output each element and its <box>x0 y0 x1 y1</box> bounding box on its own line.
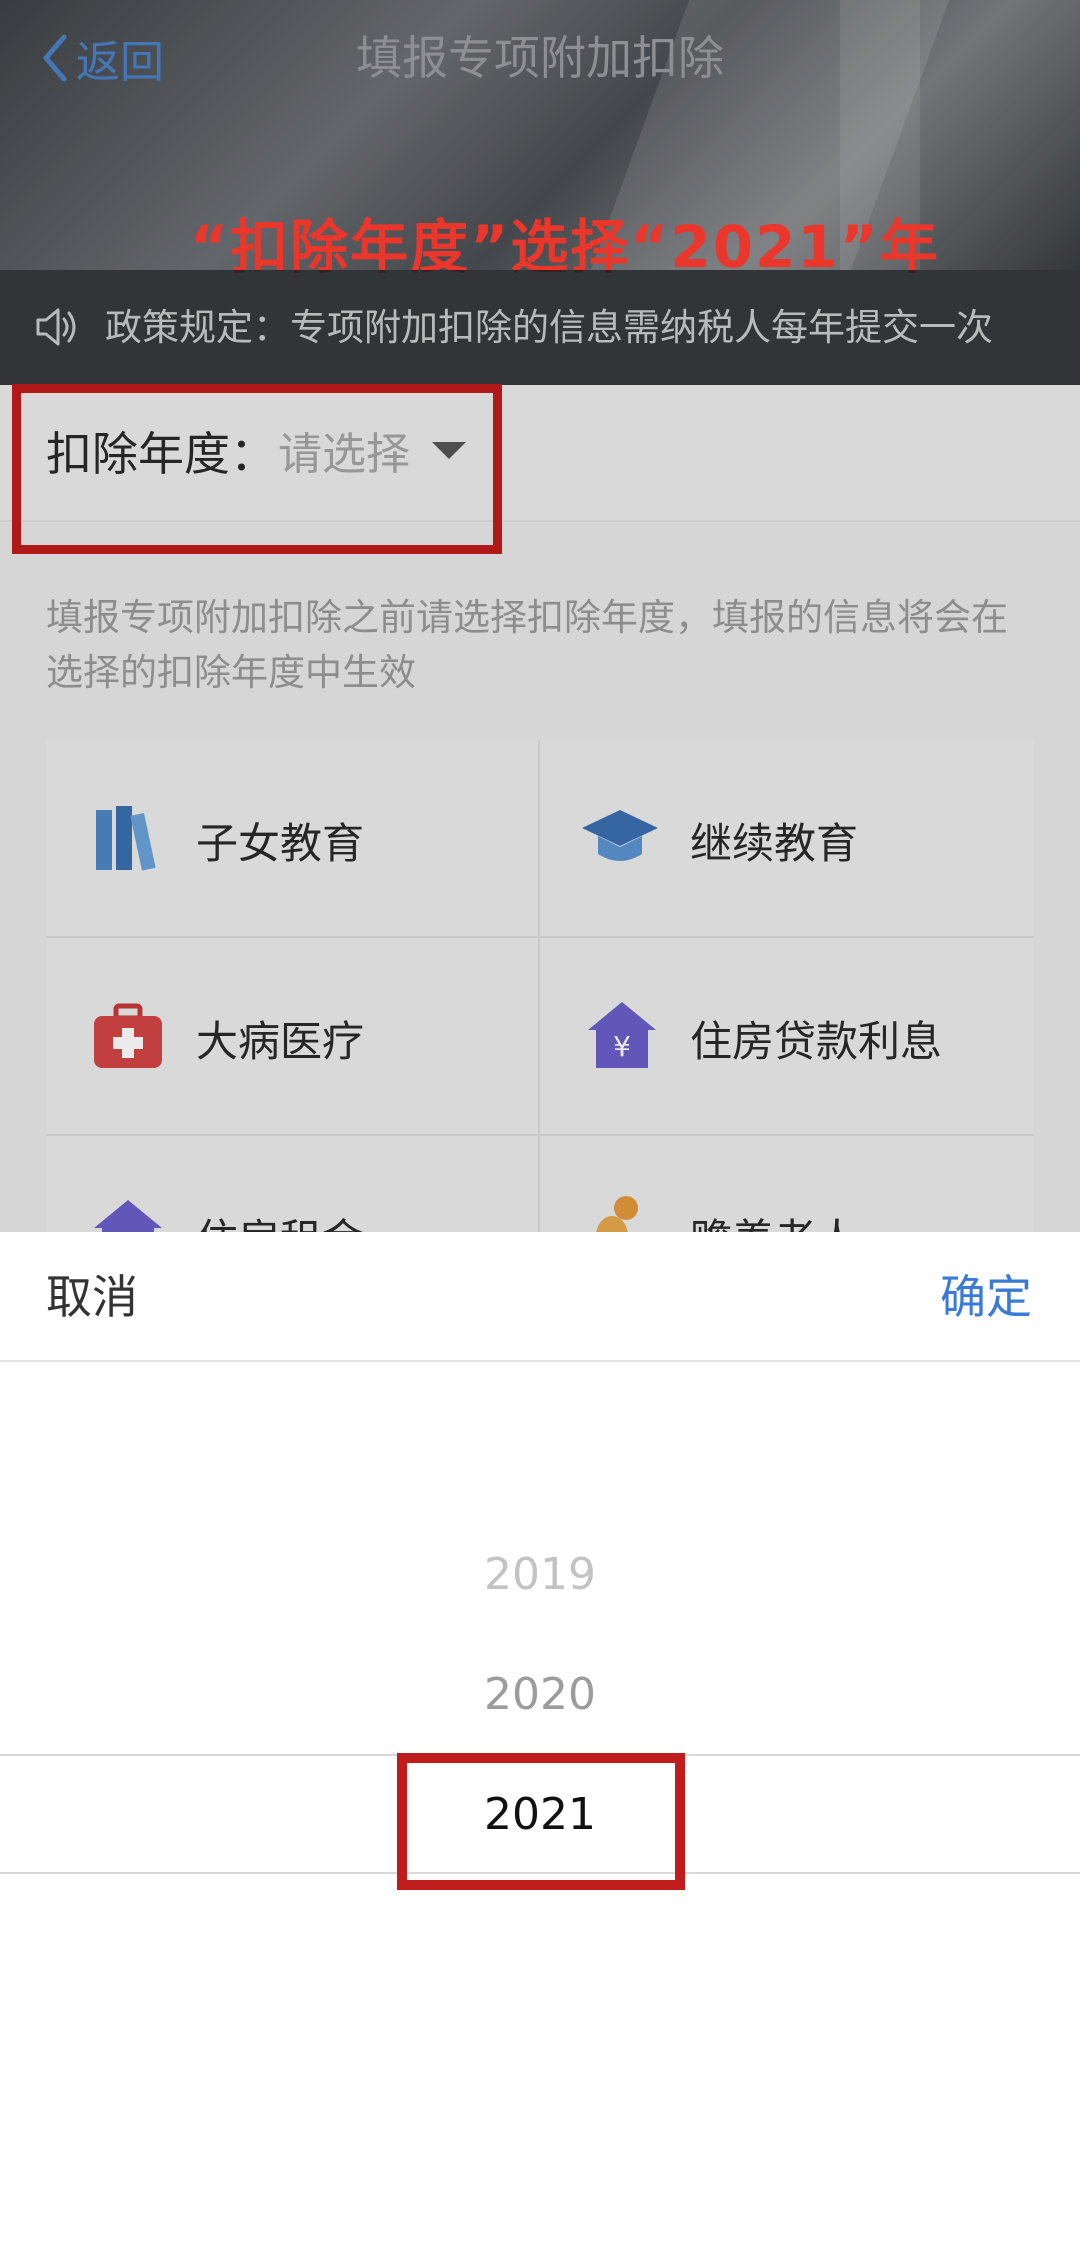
picker-option-2020[interactable]: 2020 <box>0 1660 1080 1730</box>
confirm-button[interactable]: 确定 <box>940 1262 1032 1332</box>
picker-option-2019[interactable]: 2019 <box>0 1540 1080 1610</box>
highlight-box-selected-year <box>397 1753 685 1890</box>
cancel-button[interactable]: 取消 <box>46 1262 138 1332</box>
modal-backdrop[interactable] <box>0 0 1080 1232</box>
year-picker-sheet <box>0 1232 1080 2263</box>
